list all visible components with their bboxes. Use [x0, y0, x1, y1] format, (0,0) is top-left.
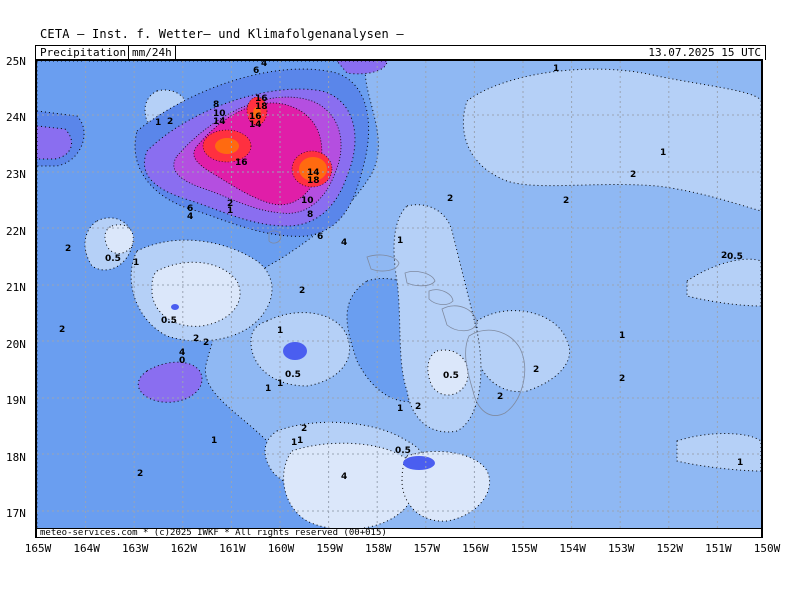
contour-label: 2: [415, 402, 421, 412]
contour-label: 18: [255, 102, 268, 112]
longitude-label: 158W: [364, 542, 392, 555]
contour-label: 1: [297, 436, 303, 446]
contour-label: 1: [265, 384, 271, 394]
parameter-label: Precipitation: [40, 46, 127, 59]
contour-label: 1: [155, 118, 161, 128]
longitude-label: 153W: [607, 542, 635, 555]
contour-label: 0.5: [395, 446, 411, 456]
contour-label: 1: [277, 379, 283, 389]
longitude-label: 160W: [267, 542, 295, 555]
map-canvas: 46810141618161416141810864211 26420.5 1121…: [37, 61, 761, 536]
longitude-label: 154W: [559, 542, 586, 555]
contour-label: 1: [227, 206, 233, 216]
latitude-label: 17N: [6, 507, 26, 520]
contour-label: 4: [341, 472, 347, 482]
latitude-label: 19N: [6, 394, 26, 407]
contour-label: 2: [497, 392, 503, 402]
contour-label: 2: [563, 196, 569, 206]
contour-label: 0.5: [727, 252, 743, 262]
contour-label: 2: [619, 374, 625, 384]
contour-label: 2: [299, 286, 305, 296]
longitude-label: 163W: [121, 542, 149, 555]
contour-label: 2: [447, 194, 453, 204]
contour-label: 0.5: [105, 254, 121, 264]
latitude-label: 20N: [6, 338, 26, 351]
contour-label: 0.5: [285, 370, 301, 380]
longitude-label: 155W: [510, 542, 538, 555]
contour-label: 16: [235, 158, 248, 168]
contour-label: 1: [291, 438, 297, 448]
contour-label: 4: [341, 238, 347, 248]
copyright-footer: meteo-services.com * (c)2025 IWKF * All …: [37, 528, 761, 538]
contour-label: 6: [253, 66, 259, 76]
latitude-label: 25N: [6, 55, 26, 68]
contour-label: 1: [737, 458, 743, 468]
contour-label: 18: [307, 176, 320, 186]
contour-label: 4: [261, 61, 267, 69]
contour-label: 14: [249, 120, 262, 130]
contour-label: 2: [630, 170, 636, 180]
contour-label: 14: [213, 117, 226, 127]
longitude-label: 152W: [656, 542, 684, 555]
longitude-label: 156W: [462, 542, 489, 555]
valid-time: 13.07.2025 15 UTC: [648, 46, 761, 59]
latitude-label: 23N: [6, 168, 26, 181]
map-title: CETA — Inst. f. Wetter— und Klimafolgena…: [40, 27, 404, 41]
longitude-label: 165W: [24, 542, 52, 555]
contour-label: 1: [397, 236, 403, 246]
precipitation-map: 4 6 8 10 14 16 18 16 14 16 14 18 10 8 6 4 2 1 1 2 6 4 2 0.5 1 1 2 1…: [35, 59, 763, 538]
map-subheader: Precipitation mm/24h 13.07.2025 15 UTC: [35, 45, 766, 60]
contour-label: 4: [187, 212, 193, 222]
contour-label: 0.5: [443, 371, 459, 381]
contour-label: 1: [133, 258, 139, 268]
contour-label: 8: [307, 210, 313, 220]
contour-label: 2: [533, 365, 539, 375]
contour-label: 2: [167, 117, 173, 127]
contour-label: 0: [179, 356, 185, 366]
contour-label: 1: [211, 436, 217, 446]
contour-label: 1: [397, 404, 403, 414]
latitude-label: 21N: [6, 281, 26, 294]
contour-label: 2: [59, 325, 65, 335]
unit-label: mm/24h: [128, 46, 176, 59]
longitude-label: 162W: [170, 542, 198, 555]
contour-label: 1: [660, 148, 666, 158]
longitude-label: 164W: [73, 542, 100, 555]
contour-label: 0.5: [161, 316, 177, 326]
contour-label: 2: [193, 334, 199, 344]
contour-label: 1: [553, 64, 559, 74]
contour-label: 1: [619, 331, 625, 341]
longitude-label: 150W: [753, 542, 781, 555]
latitude-label: 18N: [6, 451, 26, 464]
longitude-label: 157W: [413, 542, 441, 555]
contour-label: 10: [301, 196, 314, 206]
contour-label: 6: [317, 232, 323, 242]
longitude-label: 161W: [219, 542, 246, 555]
contour-label: 2: [301, 424, 307, 434]
contour-label: 1: [277, 326, 283, 336]
latitude-label: 22N: [6, 225, 26, 238]
contour-label: 2: [203, 338, 209, 348]
longitude-label: 151W: [705, 542, 732, 555]
longitude-label: 159W: [316, 542, 343, 555]
latitude-label: 24N: [6, 111, 26, 124]
contour-label: 2: [65, 244, 71, 254]
contour-label: 2: [137, 469, 143, 479]
